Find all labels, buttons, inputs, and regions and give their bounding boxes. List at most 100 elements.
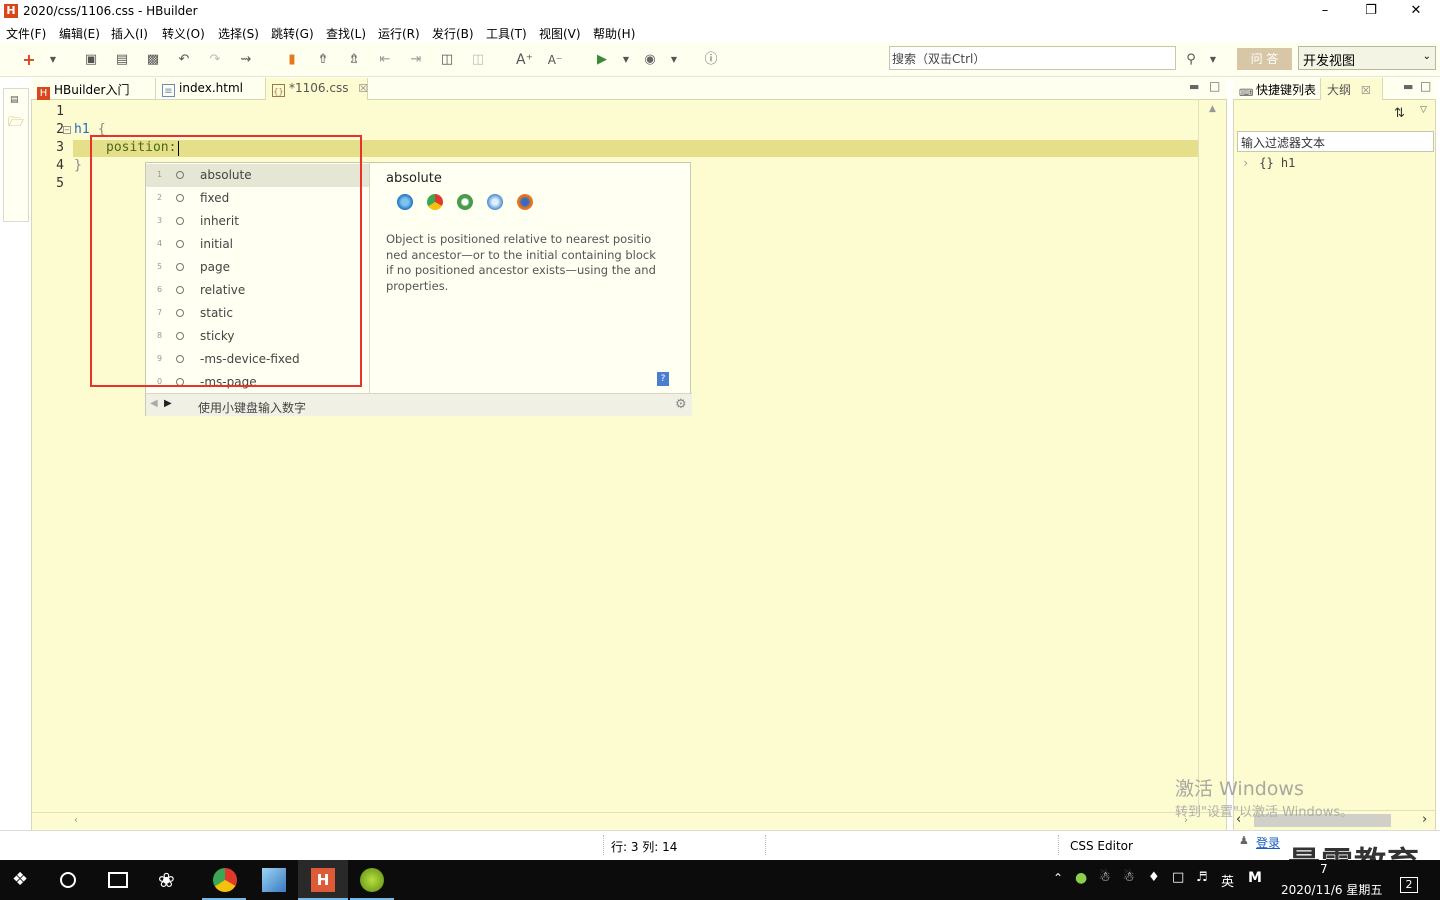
- divider: [603, 835, 604, 855]
- maximize-icon[interactable]: ❐: [1348, 0, 1394, 22]
- minimize-icon[interactable]: –: [1302, 0, 1348, 22]
- maximize-editor-icon[interactable]: □: [1209, 79, 1220, 93]
- next-bookmark-icon[interactable]: ⇯: [346, 52, 362, 68]
- prev-edit-icon[interactable]: ⇤: [377, 52, 393, 68]
- close-tab-icon[interactable]: ☒: [1361, 84, 1371, 97]
- menu-file[interactable]: 文件(F): [6, 25, 46, 42]
- menu-goto[interactable]: 跳转(G): [271, 25, 314, 42]
- scroll-right-icon[interactable]: ›: [1422, 812, 1427, 827]
- chrome-taskbar-icon[interactable]: [213, 868, 237, 892]
- menu-insert[interactable]: 插入(I): [111, 25, 148, 42]
- ime-m-icon[interactable]: M: [1248, 870, 1262, 886]
- ime-indicator[interactable]: 英: [1221, 871, 1234, 890]
- font-increase-icon[interactable]: A⁺: [516, 52, 533, 68]
- qq-icon[interactable]: ☃: [1099, 870, 1111, 885]
- tab-label: 大纲: [1327, 83, 1352, 97]
- search-dropdown-icon[interactable]: ▼: [1205, 52, 1221, 68]
- windows-start-icon[interactable]: ❖: [12, 868, 36, 892]
- menu-tools[interactable]: 工具(T): [486, 25, 527, 42]
- search-circle-icon[interactable]: [60, 872, 76, 888]
- minimize-panel-icon[interactable]: ▬: [1403, 80, 1413, 93]
- view-menu-icon[interactable]: ▽: [1420, 105, 1427, 115]
- close-icon[interactable]: ✕: [1393, 0, 1439, 22]
- outline-tree-item[interactable]: › {} h1: [1242, 156, 1295, 170]
- horizontal-scrollbar[interactable]: ‹ ›: [32, 812, 1228, 830]
- tab-shortcut-list[interactable]: ⌨ 快捷键列表: [1233, 78, 1321, 100]
- left-side-strip: ▤ 🗁: [0, 78, 30, 830]
- search-input[interactable]: 搜索（双击Ctrl）: [889, 46, 1176, 70]
- format-icon[interactable]: ⇝: [238, 52, 254, 68]
- undo-icon[interactable]: ↶: [176, 52, 192, 68]
- css-file-icon: {}: [272, 84, 285, 97]
- tab-hbuilder-intro[interactable]: H HBuilder入门: [31, 78, 156, 100]
- expand-icon[interactable]: ›: [1242, 156, 1249, 170]
- restore-icon[interactable]: ▤: [10, 95, 19, 105]
- run-dropdown-icon[interactable]: ▼: [618, 52, 634, 68]
- menu-publish[interactable]: 发行(B): [432, 25, 474, 42]
- menu-edit[interactable]: 编辑(E): [59, 25, 100, 42]
- status-bar: 行: 3 列: 14 CSS Editor ♟ 登录: [0, 830, 1440, 860]
- info-icon[interactable]: ⓘ: [703, 52, 719, 68]
- device-dropdown-icon[interactable]: ▼: [666, 52, 682, 68]
- next-edit-icon[interactable]: ⇥: [408, 52, 424, 68]
- task-view-icon[interactable]: [108, 872, 128, 888]
- detail-description: Object is positioned relative to nearest…: [386, 232, 656, 293]
- run-browser-icon[interactable]: ▶: [594, 52, 610, 68]
- close-file-icon[interactable]: ▩: [145, 52, 161, 68]
- clock-time[interactable]: 7: [1320, 862, 1328, 876]
- scroll-left-icon[interactable]: ‹: [74, 815, 78, 826]
- notification-bell-icon[interactable]: ♦: [1148, 870, 1160, 885]
- menu-help[interactable]: 帮助(H): [593, 25, 635, 42]
- new-file-icon[interactable]: +: [21, 52, 37, 68]
- volume-icon[interactable]: ♬: [1196, 870, 1208, 885]
- android-icon: [457, 194, 473, 210]
- qq-icon-2[interactable]: ☃: [1123, 870, 1135, 885]
- search-icon[interactable]: ⚲: [1183, 52, 1199, 68]
- qa-button[interactable]: 问 答: [1237, 48, 1292, 70]
- help-icon[interactable]: ?: [657, 372, 669, 386]
- gear-icon[interactable]: ⚙: [675, 397, 687, 412]
- save-all-icon[interactable]: ▤: [114, 52, 130, 68]
- window-title: 2020/css/1106.css - HBuilder: [23, 4, 198, 18]
- fold-icon[interactable]: −: [63, 126, 71, 134]
- bookmark-icon[interactable]: ▮: [284, 52, 300, 68]
- tab-outline[interactable]: 大纲 ☒: [1321, 78, 1383, 100]
- uncomment-icon[interactable]: ◫: [470, 52, 486, 68]
- notification-count[interactable]: 2: [1400, 877, 1418, 893]
- login-link[interactable]: 登录: [1256, 834, 1280, 851]
- network-icon[interactable]: □: [1172, 870, 1184, 885]
- minimize-editor-icon[interactable]: ▬: [1189, 80, 1199, 93]
- device-icon[interactable]: ◉: [642, 52, 658, 68]
- vertical-scrollbar[interactable]: ▲: [1198, 100, 1228, 812]
- app-s-icon[interactable]: ❀: [158, 868, 182, 892]
- tab-label: 快捷键列表: [1256, 83, 1317, 97]
- tray-expand-icon[interactable]: ⌃: [1053, 871, 1063, 885]
- clock-date[interactable]: 2020/11/6 星期五: [1281, 881, 1382, 898]
- comment-icon[interactable]: ◫: [439, 52, 455, 68]
- menu-view[interactable]: 视图(V): [539, 25, 581, 42]
- menu-escape[interactable]: 转义(O): [162, 25, 205, 42]
- notepad-icon[interactable]: [262, 868, 286, 892]
- next-arrow-icon[interactable]: ▶: [164, 398, 172, 409]
- filter-input[interactable]: 输入过滤器文本: [1237, 131, 1434, 152]
- save-icon[interactable]: ▣: [83, 52, 99, 68]
- sort-icon[interactable]: ⇅: [1394, 106, 1405, 121]
- view-select[interactable]: 开发视图 ⌄: [1298, 46, 1436, 70]
- scroll-up-icon[interactable]: ▲: [1209, 104, 1216, 114]
- green-app-icon[interactable]: [360, 868, 384, 892]
- menu-run[interactable]: 运行(R): [378, 25, 420, 42]
- menu-select[interactable]: 选择(S): [218, 25, 259, 42]
- tab-index-html[interactable]: ≡ index.html: [156, 78, 266, 100]
- prev-bookmark-icon[interactable]: ⇮: [315, 52, 331, 68]
- prev-arrow-icon[interactable]: ◀: [150, 398, 158, 409]
- new-dropdown-icon[interactable]: ▼: [45, 52, 61, 68]
- tab-1106-css[interactable]: {} *1106.css ☒: [266, 78, 368, 100]
- redo-icon[interactable]: ↷: [207, 52, 223, 68]
- font-decrease-icon[interactable]: A⁻: [547, 52, 563, 68]
- menu-find[interactable]: 查找(L): [326, 25, 366, 42]
- project-folder-icon[interactable]: 🗁: [8, 113, 24, 135]
- maximize-panel-icon[interactable]: □: [1420, 79, 1431, 93]
- close-tab-icon[interactable]: ☒: [358, 82, 368, 95]
- line-number: 5: [56, 176, 64, 191]
- wechat-icon[interactable]: ●: [1075, 870, 1087, 886]
